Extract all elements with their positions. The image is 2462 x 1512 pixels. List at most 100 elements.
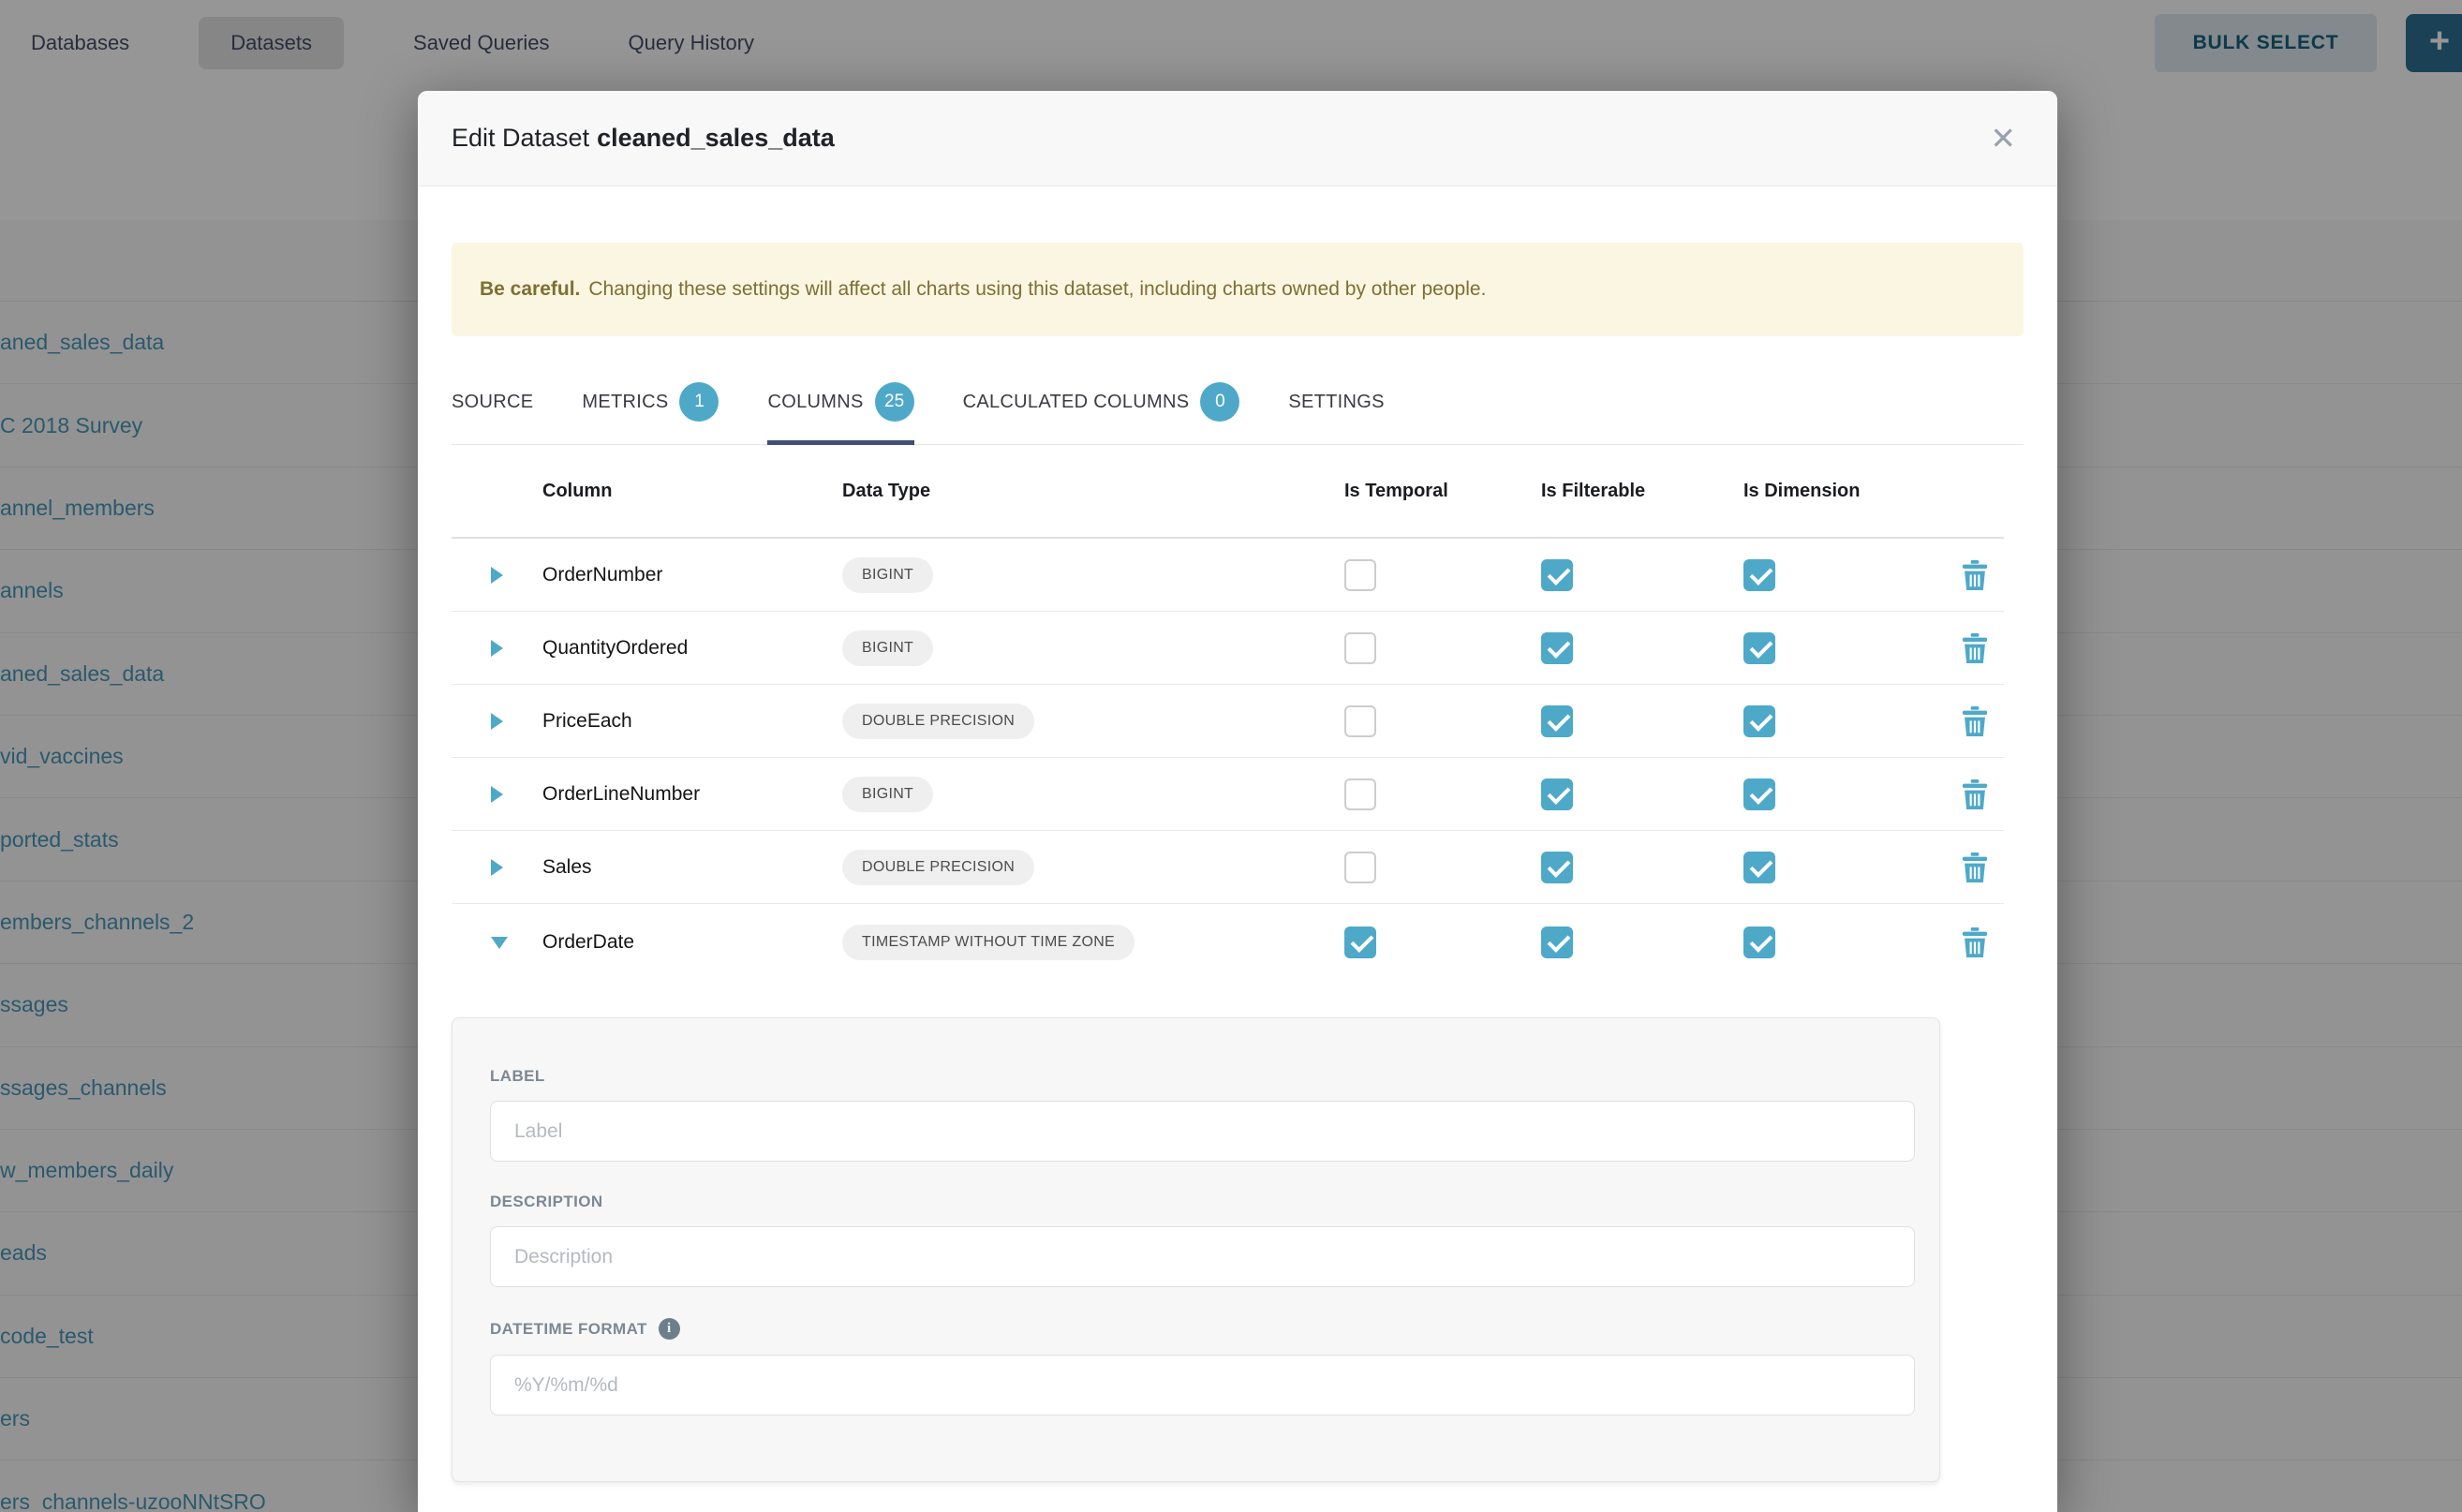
tab[interactable]: SETTINGS [1288, 367, 1384, 444]
trash-icon[interactable] [1961, 927, 1989, 957]
tab-label: COLUMNS [767, 392, 863, 413]
close-icon[interactable]: ✕ [1982, 123, 2024, 154]
trash-icon[interactable] [1961, 706, 1989, 736]
columns-table: Column Data Type Is Temporal Is Filterab… [452, 445, 2004, 981]
trash-icon[interactable] [1961, 852, 1989, 882]
is-temporal-checkbox[interactable] [1344, 559, 1376, 591]
is-dimension-checkbox[interactable] [1743, 559, 1775, 591]
is-filterable-checkbox[interactable] [1541, 852, 1573, 883]
is-temporal-cell [1344, 559, 1541, 591]
delete-cell [1946, 706, 2004, 736]
data-type-cell: BIGINT [842, 777, 1344, 812]
tab[interactable]: CALCULATED COLUMNS 0 [963, 367, 1240, 444]
column-row: QuantityOrdered BIGINT [452, 612, 2004, 685]
modal-header: Edit Dataset cleaned_sales_data ✕ [418, 91, 2057, 186]
label-field-label: LABEL [490, 1067, 1915, 1086]
is-filterable-cell [1541, 705, 1743, 737]
modal-title-prefix: Edit Dataset [452, 124, 589, 152]
delete-cell [1946, 633, 2004, 663]
expand-caret-icon[interactable] [491, 937, 508, 949]
is-dimension-checkbox[interactable] [1743, 778, 1775, 810]
tab[interactable]: METRICS 1 [582, 367, 719, 444]
is-filterable-checkbox[interactable] [1541, 778, 1573, 810]
expand-caret-icon[interactable] [491, 640, 503, 657]
datetime-format-field-label: DATETIME FORMAT i [490, 1318, 1915, 1340]
delete-cell [1946, 560, 2004, 590]
modal-title: Edit Dataset cleaned_sales_data [452, 124, 835, 153]
is-temporal-checkbox[interactable] [1344, 778, 1376, 810]
is-temporal-checkbox[interactable] [1344, 852, 1376, 883]
datetime-format-label-text: DATETIME FORMAT [490, 1320, 647, 1339]
is-temporal-cell [1344, 926, 1541, 958]
is-temporal-cell [1344, 705, 1541, 737]
modal-title-dataset: cleaned_sales_data [597, 124, 835, 152]
is-dimension-header: Is Dimension [1743, 481, 1946, 502]
tab-count-badge: 25 [875, 382, 914, 422]
expand-caret-icon[interactable] [491, 567, 503, 584]
is-dimension-checkbox[interactable] [1743, 705, 1775, 737]
datetime-format-input[interactable] [490, 1355, 1915, 1416]
tab[interactable]: SOURCE [452, 367, 533, 444]
description-input[interactable] [490, 1226, 1915, 1287]
data-type-cell: DOUBLE PRECISION [842, 704, 1344, 739]
delete-cell [1946, 927, 2004, 957]
expand-caret-cell [452, 640, 542, 657]
column-row: Sales DOUBLE PRECISION [452, 831, 2004, 904]
data-type-pill: TIMESTAMP WITHOUT TIME ZONE [842, 925, 1135, 960]
is-filterable-header: Is Filterable [1541, 481, 1743, 502]
is-filterable-checkbox[interactable] [1541, 926, 1573, 958]
is-filterable-cell [1541, 778, 1743, 810]
warning-banner: Be careful. Changing these settings will… [452, 243, 2024, 336]
delete-cell [1946, 779, 2004, 809]
column-header: Column [542, 481, 842, 502]
is-dimension-checkbox[interactable] [1743, 926, 1775, 958]
expand-caret-cell [452, 713, 542, 730]
expand-caret-icon[interactable] [491, 713, 503, 730]
column-row: OrderDate TIMESTAMP WITHOUT TIME ZONE [452, 904, 2004, 981]
info-icon[interactable]: i [659, 1318, 680, 1340]
expand-caret-cell [452, 567, 542, 584]
description-field-label-text: DESCRIPTION [490, 1193, 603, 1211]
column-name: Sales [542, 856, 842, 879]
data-type-pill: BIGINT [842, 630, 933, 666]
column-name: OrderDate [542, 931, 842, 954]
expand-caret-cell [452, 859, 542, 876]
is-dimension-checkbox[interactable] [1743, 852, 1775, 883]
is-filterable-checkbox[interactable] [1541, 632, 1573, 664]
column-row: PriceEach DOUBLE PRECISION [452, 685, 2004, 758]
data-type-cell: DOUBLE PRECISION [842, 850, 1344, 885]
is-temporal-checkbox[interactable] [1344, 926, 1376, 958]
trash-icon[interactable] [1961, 633, 1989, 663]
is-filterable-checkbox[interactable] [1541, 559, 1573, 591]
column-name: OrderNumber [542, 564, 842, 586]
column-name: PriceEach [542, 710, 842, 733]
is-filterable-cell [1541, 632, 1743, 664]
data-type-pill: DOUBLE PRECISION [842, 704, 1034, 739]
is-temporal-checkbox[interactable] [1344, 632, 1376, 664]
is-filterable-cell [1541, 926, 1743, 958]
trash-icon[interactable] [1961, 560, 1989, 590]
datetime-format-field-group: DATETIME FORMAT i [490, 1318, 1915, 1416]
is-temporal-cell [1344, 632, 1541, 664]
is-temporal-cell [1344, 852, 1541, 883]
data-type-cell: BIGINT [842, 557, 1344, 593]
expand-caret-icon[interactable] [491, 786, 503, 803]
is-dimension-cell [1743, 778, 1946, 810]
is-filterable-checkbox[interactable] [1541, 705, 1573, 737]
tab-label: METRICS [582, 392, 668, 413]
is-dimension-cell [1743, 852, 1946, 883]
is-dimension-checkbox[interactable] [1743, 632, 1775, 664]
column-name: OrderLineNumber [542, 783, 842, 806]
is-dimension-cell [1743, 705, 1946, 737]
label-input[interactable] [490, 1101, 1915, 1162]
tab[interactable]: COLUMNS 25 [767, 367, 913, 444]
is-temporal-checkbox[interactable] [1344, 705, 1376, 737]
is-temporal-header: Is Temporal [1344, 481, 1541, 502]
modal-tabs: SOURCE METRICS 1 COLUMNS 25 CALCUL [452, 367, 2024, 445]
expand-caret-icon[interactable] [491, 859, 503, 876]
is-temporal-cell [1344, 778, 1541, 810]
trash-icon[interactable] [1961, 779, 1989, 809]
column-row: OrderNumber BIGINT [452, 539, 2004, 612]
warning-bold-text: Be careful. [480, 278, 580, 301]
column-row: OrderLineNumber BIGINT [452, 758, 2004, 831]
